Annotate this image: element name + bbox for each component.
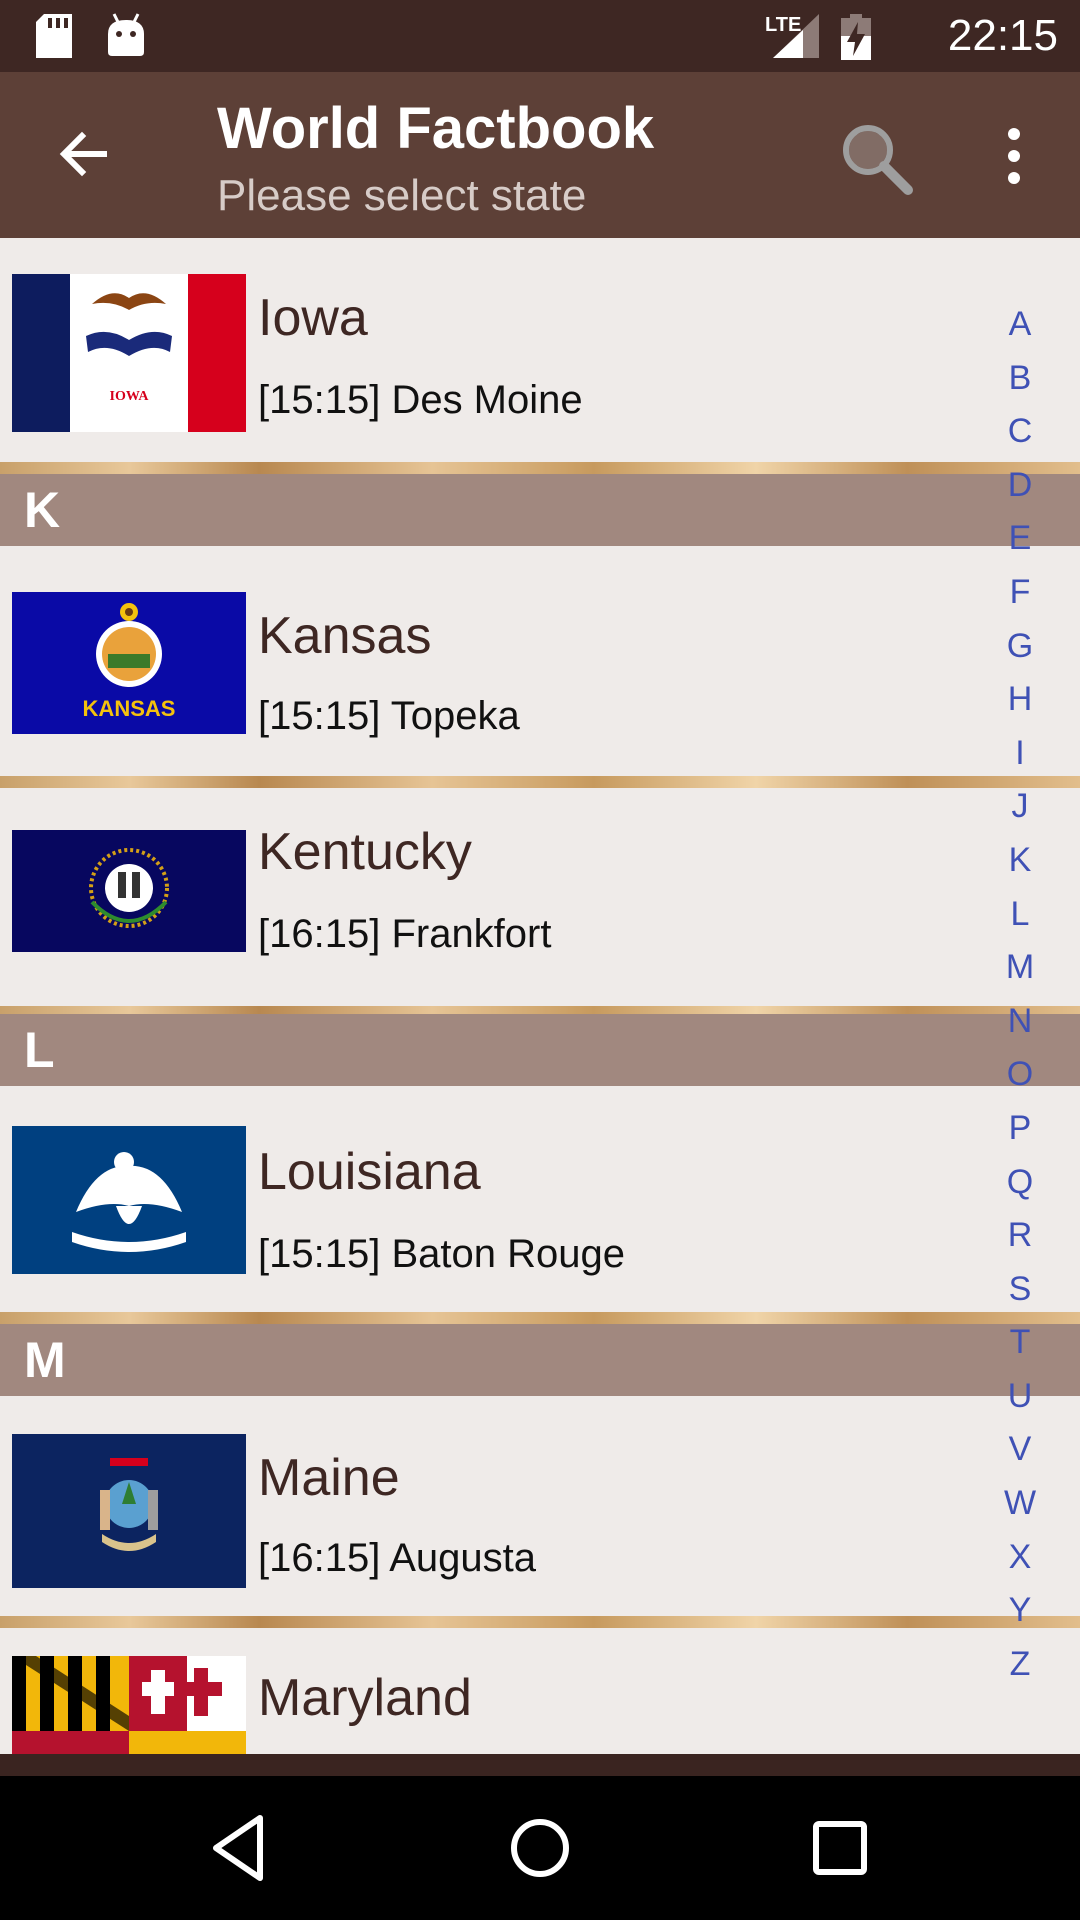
wood-divider	[0, 462, 1080, 474]
index-letter[interactable]: B	[990, 352, 1050, 406]
svg-text:IOWA: IOWA	[110, 389, 150, 404]
navigation-bar	[0, 1776, 1080, 1920]
page-subtitle: Please select state	[217, 171, 587, 220]
state-name: Maryland	[258, 1669, 472, 1727]
battery-charging-icon	[841, 14, 871, 60]
state-capital: [15:15] Topeka	[258, 694, 520, 738]
index-letter[interactable]: F	[990, 566, 1050, 620]
status-bar: LTE 22:15	[0, 0, 1080, 72]
page-title: World Factbook	[217, 96, 655, 161]
list-item-kentucky[interactable]: Kentucky [16:15] Frankfort	[0, 788, 1080, 1006]
index-letter[interactable]: I	[990, 727, 1050, 781]
list-item-louisiana[interactable]: Louisiana [15:15] Baton Rouge	[0, 1086, 1080, 1312]
kansas-flag-icon: KANSAS	[12, 592, 246, 734]
index-letter[interactable]: Z	[990, 1638, 1050, 1692]
alphabet-index[interactable]: A B C D E F G H I J K L M N O P Q R S T …	[990, 298, 1050, 1691]
index-letter[interactable]: G	[990, 620, 1050, 674]
section-header-m: M	[0, 1324, 1080, 1396]
index-letter[interactable]: H	[990, 673, 1050, 727]
overflow-menu-icon[interactable]	[992, 124, 1036, 188]
app-bar: World Factbook Please select state	[0, 72, 1080, 238]
index-letter[interactable]: M	[990, 941, 1050, 995]
state-name: Louisiana	[258, 1143, 481, 1201]
section-letter: L	[24, 1022, 55, 1078]
index-letter[interactable]: T	[990, 1316, 1050, 1370]
search-icon[interactable]	[836, 118, 916, 198]
nav-recents-icon[interactable]	[800, 1808, 880, 1888]
state-capital: [15:15] Baton Rouge	[258, 1232, 625, 1276]
index-letter[interactable]: E	[990, 512, 1050, 566]
index-letter[interactable]: S	[990, 1263, 1050, 1317]
louisiana-flag-icon	[12, 1126, 246, 1274]
state-list[interactable]: IOWA Iowa [15:15] Des Moine K KANSAS Kan…	[0, 238, 1080, 1754]
kentucky-flag-icon	[12, 830, 246, 952]
state-capital: [15:15] Des Moine	[258, 378, 583, 422]
status-time: 22:15	[947, 11, 1058, 60]
index-letter[interactable]: Q	[990, 1156, 1050, 1210]
state-name: Iowa	[258, 289, 368, 347]
index-letter[interactable]: V	[990, 1423, 1050, 1477]
state-name: Maine	[258, 1449, 400, 1507]
section-header-l: L	[0, 1014, 1080, 1086]
state-capital: [16:15] Augusta	[258, 1536, 537, 1580]
list-item-maine[interactable]: Maine [16:15] Augusta	[0, 1396, 1080, 1616]
index-letter[interactable]: W	[990, 1477, 1050, 1531]
sd-card-icon	[36, 14, 72, 58]
section-header-k: K	[0, 474, 1080, 546]
wood-divider	[0, 776, 1080, 788]
index-letter[interactable]: O	[990, 1048, 1050, 1102]
index-letter[interactable]: J	[990, 780, 1050, 834]
index-letter[interactable]: X	[990, 1531, 1050, 1585]
section-letter: M	[24, 1332, 66, 1388]
state-name: Kansas	[258, 607, 432, 665]
index-letter[interactable]: D	[990, 459, 1050, 513]
android-debug-icon	[108, 13, 144, 56]
index-letter[interactable]: P	[990, 1102, 1050, 1156]
list-item-maryland[interactable]: Maryland	[0, 1628, 1080, 1754]
index-letter[interactable]: C	[990, 405, 1050, 459]
wood-divider	[0, 1312, 1080, 1324]
maine-flag-icon	[12, 1434, 246, 1588]
index-letter[interactable]: Y	[990, 1584, 1050, 1638]
nav-back-icon[interactable]	[200, 1808, 280, 1888]
list-item-kansas[interactable]: KANSAS Kansas [15:15] Topeka	[0, 546, 1080, 776]
wood-divider	[0, 1616, 1080, 1628]
maryland-flag-icon	[12, 1656, 246, 1754]
kansas-flag-label: KANSAS	[83, 696, 176, 721]
back-arrow-icon[interactable]	[52, 122, 116, 186]
list-item-iowa[interactable]: IOWA Iowa [15:15] Des Moine	[0, 246, 1080, 462]
index-letter[interactable]: A	[990, 298, 1050, 352]
index-letter[interactable]: R	[990, 1209, 1050, 1263]
index-letter[interactable]: L	[990, 888, 1050, 942]
index-letter[interactable]: U	[990, 1370, 1050, 1424]
nav-home-icon[interactable]	[500, 1808, 580, 1888]
iowa-flag-icon: IOWA	[12, 274, 246, 432]
state-name: Kentucky	[258, 823, 472, 881]
index-letter[interactable]: N	[990, 995, 1050, 1049]
section-letter: K	[24, 482, 61, 538]
index-letter[interactable]: K	[990, 834, 1050, 888]
state-capital: [16:15] Frankfort	[258, 912, 552, 956]
signal-icon	[773, 14, 819, 58]
